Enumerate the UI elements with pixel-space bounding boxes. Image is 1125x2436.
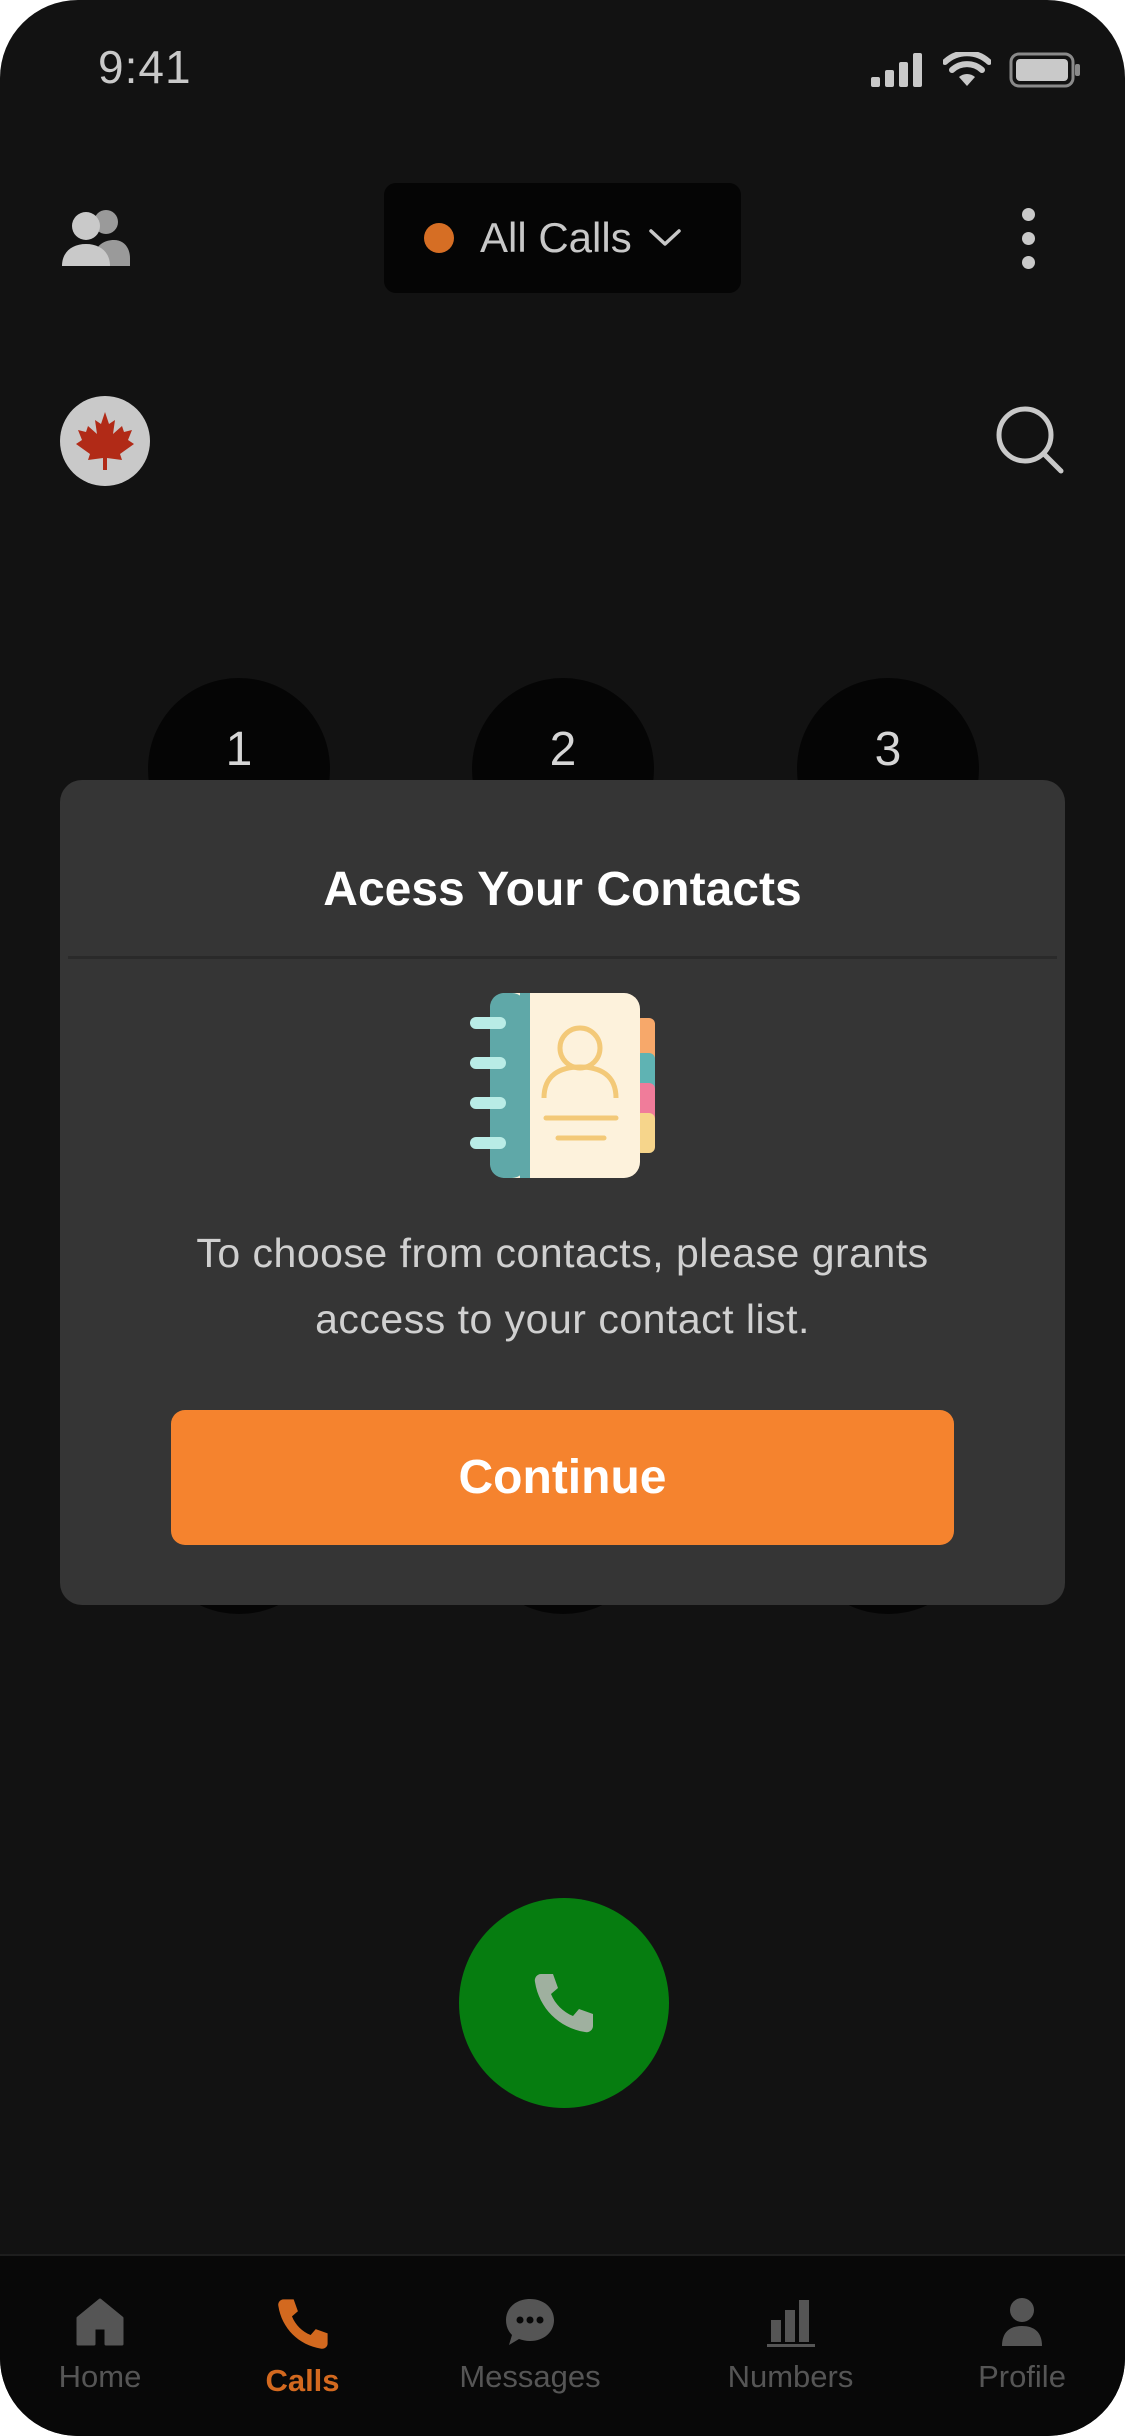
dialog-title: Acess Your Contacts	[323, 863, 802, 916]
canada-flag-icon	[76, 412, 134, 470]
tab-label: Calls	[265, 2363, 340, 2398]
search-icon[interactable]	[995, 405, 1065, 475]
people-icon[interactable]	[62, 208, 130, 268]
status-icons	[871, 48, 1081, 92]
tab-label: Messages	[459, 2359, 601, 2394]
phone-icon	[277, 2299, 328, 2349]
call-button[interactable]	[459, 1898, 669, 2108]
bar-chart-icon	[766, 2300, 815, 2347]
tab-messages[interactable]: Messages	[450, 2296, 610, 2395]
country-selector[interactable]	[60, 396, 150, 486]
tab-profile[interactable]: Profile	[962, 2296, 1082, 2395]
tab-label: Numbers	[727, 2359, 854, 2394]
cellular-signal-icon	[871, 53, 922, 87]
home-icon	[76, 2298, 124, 2346]
user-icon	[1002, 2298, 1042, 2346]
tab-calls[interactable]: Calls	[240, 2296, 365, 2399]
call-filter-dropdown[interactable]: All Calls	[384, 183, 741, 293]
tab-home[interactable]: Home	[40, 2296, 160, 2395]
chat-bubble-icon	[506, 2299, 554, 2345]
status-time: 9:41	[98, 41, 192, 93]
phone-screen: 9:41 All Calls 1 2 3 Acess Your Contacts…	[0, 0, 1125, 2436]
bottom-tab-bar: Home Calls Messages Numbers Profile	[0, 2254, 1125, 2436]
phone-icon	[534, 1974, 593, 2033]
more-vertical-icon[interactable]	[1017, 208, 1039, 270]
contact-book-icon	[470, 993, 655, 1178]
filter-label: All Calls	[480, 214, 632, 261]
wifi-icon	[943, 52, 991, 86]
dialog-message: To choose from contacts, please grants a…	[196, 1230, 929, 1342]
contacts-permission-dialog: Acess Your Contacts To choose from conta…	[60, 780, 1065, 1605]
continue-button[interactable]: Continue	[171, 1410, 954, 1545]
status-bar: 9:41	[0, 0, 1125, 140]
tab-numbers[interactable]: Numbers	[718, 2296, 863, 2395]
chevron-down-icon	[648, 229, 681, 246]
dialog-divider	[68, 956, 1057, 959]
tab-label: Profile	[978, 2359, 1066, 2394]
battery-icon	[1009, 52, 1080, 88]
filter-status-dot	[424, 223, 454, 253]
tab-label: Home	[58, 2359, 142, 2394]
